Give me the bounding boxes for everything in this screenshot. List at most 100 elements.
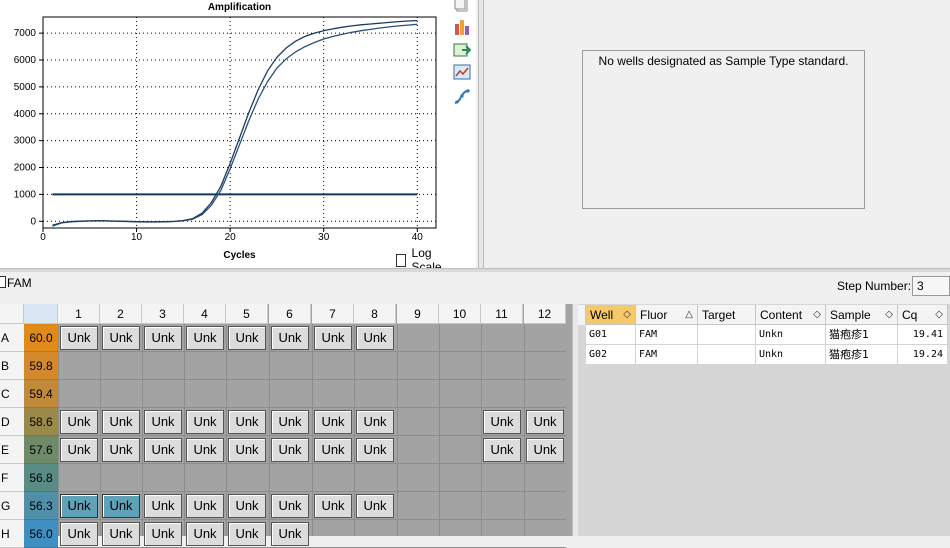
- column-header-6[interactable]: 6: [269, 304, 311, 324]
- well-A8[interactable]: Unk: [356, 326, 394, 350]
- well-D4[interactable]: Unk: [186, 410, 224, 434]
- well-A5[interactable]: Unk: [228, 326, 266, 350]
- table-cell-cq[interactable]: 19.41: [898, 325, 948, 345]
- well-H5[interactable]: Unk: [228, 522, 266, 546]
- well-E1[interactable]: Unk: [60, 438, 98, 462]
- well-E3[interactable]: Unk: [144, 438, 182, 462]
- sort-icon[interactable]: ◇: [623, 305, 631, 325]
- sort-icon[interactable]: ◇: [935, 305, 943, 325]
- plate-grid-line: [58, 463, 566, 464]
- column-header-5[interactable]: 5: [226, 304, 268, 324]
- well-D5[interactable]: Unk: [228, 410, 266, 434]
- well-D2[interactable]: Unk: [102, 410, 140, 434]
- well-E5[interactable]: Unk: [228, 438, 266, 462]
- well-A1[interactable]: Unk: [60, 326, 98, 350]
- well-H1[interactable]: Unk: [60, 522, 98, 546]
- table-cell-sample[interactable]: 猫疱疹1: [826, 345, 898, 365]
- table-cell-cq[interactable]: 19.24: [898, 345, 948, 365]
- column-header-4[interactable]: 4: [184, 304, 226, 324]
- table-cell-fluor[interactable]: FAM: [636, 345, 698, 365]
- plate-grid-line: [184, 324, 185, 536]
- row-label-B[interactable]: B: [0, 352, 24, 380]
- column-header-8[interactable]: 8: [354, 304, 396, 324]
- column-header-12[interactable]: 12: [524, 304, 566, 324]
- fluorophore-bar: [0, 272, 950, 300]
- plate-grid-line: [481, 324, 482, 536]
- export-icon[interactable]: [453, 41, 471, 59]
- well-H6[interactable]: Unk: [271, 522, 309, 546]
- sort-icon[interactable]: △: [685, 305, 693, 325]
- well-A6[interactable]: Unk: [271, 326, 309, 350]
- well-A2[interactable]: Unk: [102, 326, 140, 350]
- row-label-H[interactable]: H: [0, 520, 24, 548]
- well-E2[interactable]: Unk: [102, 438, 140, 462]
- table-header-sample[interactable]: Sample ◇: [826, 305, 898, 325]
- well-E7[interactable]: Unk: [314, 438, 352, 462]
- table-header-well[interactable]: Well ◇: [586, 305, 636, 325]
- well-E6[interactable]: Unk: [271, 438, 309, 462]
- well-A4[interactable]: Unk: [186, 326, 224, 350]
- well-G4[interactable]: Unk: [186, 494, 224, 518]
- table-cell-target[interactable]: [698, 325, 756, 345]
- table-header-label: Target: [702, 308, 736, 322]
- well-E11[interactable]: Unk: [483, 438, 521, 462]
- well-G1[interactable]: Unk: [60, 494, 98, 518]
- table-header-cq[interactable]: Cq ◇: [898, 305, 948, 325]
- well-D6[interactable]: Unk: [271, 410, 309, 434]
- well-G6[interactable]: Unk: [271, 494, 309, 518]
- table-cell-well[interactable]: G01: [586, 325, 636, 345]
- no-standards-message: No wells designated as Sample Type stand…: [598, 54, 849, 68]
- table-header-target[interactable]: Target: [698, 305, 756, 325]
- well-G3[interactable]: Unk: [144, 494, 182, 518]
- row-label-E[interactable]: E: [0, 436, 24, 464]
- well-D12[interactable]: Unk: [526, 410, 564, 434]
- table-header-content[interactable]: Content ◇: [756, 305, 826, 325]
- table-cell-content[interactable]: Unkn: [756, 345, 826, 365]
- well-G8[interactable]: Unk: [356, 494, 394, 518]
- table-cell-fluor[interactable]: FAM: [636, 325, 698, 345]
- curve-fit-icon[interactable]: [453, 88, 471, 106]
- table-cell-content[interactable]: Unkn: [756, 325, 826, 345]
- column-header-3[interactable]: 3: [142, 304, 184, 324]
- well-E4[interactable]: Unk: [186, 438, 224, 462]
- table-cell-sample[interactable]: 猫疱疹1: [826, 325, 898, 345]
- log-scale-checkbox[interactable]: [396, 253, 406, 267]
- column-header-2[interactable]: 2: [100, 304, 142, 324]
- table-cell-target[interactable]: [698, 345, 756, 365]
- well-D1[interactable]: Unk: [60, 410, 98, 434]
- column-header-1[interactable]: 1: [58, 304, 100, 324]
- well-A3[interactable]: Unk: [144, 326, 182, 350]
- well-D8[interactable]: Unk: [356, 410, 394, 434]
- well-D3[interactable]: Unk: [144, 410, 182, 434]
- well-H2[interactable]: Unk: [102, 522, 140, 546]
- row-label-C[interactable]: C: [0, 380, 24, 408]
- sort-icon[interactable]: ◇: [813, 305, 821, 325]
- well-G7[interactable]: Unk: [314, 494, 352, 518]
- well-A7[interactable]: Unk: [314, 326, 352, 350]
- well-E12[interactable]: Unk: [526, 438, 564, 462]
- amplification-chart-panel: AmplificationCyclesRFU010203040010002000…: [0, 0, 448, 274]
- well-G5[interactable]: Unk: [228, 494, 266, 518]
- fam-checkbox[interactable]: [0, 276, 6, 288]
- well-D11[interactable]: Unk: [483, 410, 521, 434]
- column-header-9[interactable]: 9: [397, 304, 439, 324]
- column-header-7[interactable]: 7: [312, 304, 354, 324]
- column-header-10[interactable]: 10: [439, 304, 481, 324]
- sort-icon[interactable]: ◇: [885, 305, 893, 325]
- column-header-11[interactable]: 11: [481, 304, 523, 324]
- row-label-D[interactable]: D: [0, 408, 24, 436]
- copy-icon[interactable]: [453, 0, 471, 14]
- step-number-field[interactable]: 3: [912, 276, 950, 296]
- well-H3[interactable]: Unk: [144, 522, 182, 546]
- well-E8[interactable]: Unk: [356, 438, 394, 462]
- table-cell-well[interactable]: G02: [586, 345, 636, 365]
- chart-settings-icon[interactable]: [453, 64, 471, 82]
- row-label-F[interactable]: F: [0, 464, 24, 492]
- well-D7[interactable]: Unk: [314, 410, 352, 434]
- row-label-G[interactable]: G: [0, 492, 24, 520]
- well-H4[interactable]: Unk: [186, 522, 224, 546]
- well-G2[interactable]: Unk: [102, 494, 140, 518]
- bar-chart-icon[interactable]: [453, 18, 471, 36]
- table-header-fluor[interactable]: Fluor △: [636, 305, 698, 325]
- row-label-A[interactable]: A: [0, 324, 24, 352]
